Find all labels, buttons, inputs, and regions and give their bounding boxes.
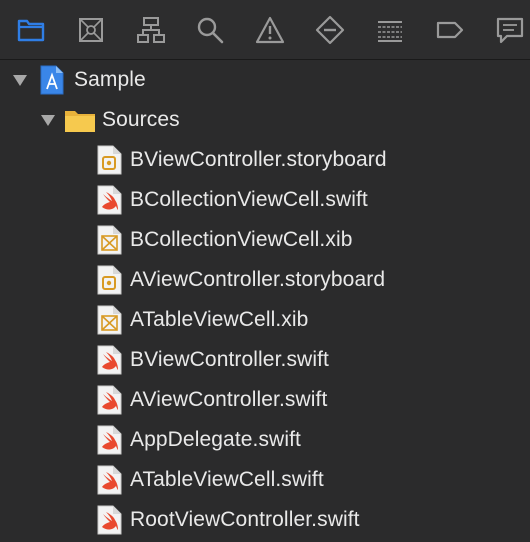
source-control-navigator-button[interactable] — [73, 12, 109, 48]
xib-file-icon — [97, 305, 122, 335]
xcode-project-icon — [40, 65, 64, 95]
debug-list-icon — [378, 21, 402, 42]
file-label: BCollectionViewCell.xib — [130, 228, 353, 251]
swift-file-icon — [97, 385, 122, 415]
project-navigator-button[interactable] — [13, 12, 49, 48]
folder-icon — [65, 111, 95, 132]
file-label: BCollectionViewCell.swift — [130, 188, 368, 211]
group-disclosure-triangle[interactable] — [39, 111, 57, 129]
xib-file-icon — [97, 225, 122, 255]
tree-row-file[interactable]: BViewController.storyboard — [0, 140, 530, 180]
tree-row-file[interactable]: AppDelegate.swift — [0, 420, 530, 460]
source-control-icon — [79, 18, 103, 42]
breakpoint-navigator-button[interactable] — [432, 12, 468, 48]
swift-file-icon — [97, 185, 122, 215]
project-disclosure-triangle[interactable] — [11, 71, 29, 89]
report-navigator-button[interactable] — [492, 12, 528, 48]
file-label: BViewController.swift — [130, 348, 329, 371]
storyboard-file-icon — [97, 145, 122, 175]
chevron-down-icon — [13, 75, 27, 86]
tree-row-file[interactable]: BViewController.swift — [0, 340, 530, 380]
tree-row-file[interactable]: BCollectionViewCell.swift — [0, 180, 530, 220]
tree-row-file[interactable]: ATableViewCell.swift — [0, 460, 530, 500]
navigator-toolbar — [0, 0, 530, 60]
report-speech-icon — [496, 17, 524, 44]
swift-file-icon — [97, 505, 122, 535]
tree-row-project[interactable]: Sample — [0, 60, 530, 100]
hierarchy-icon — [137, 17, 165, 43]
folder-icon — [17, 19, 45, 42]
swift-file-icon — [97, 465, 122, 495]
project-label: Sample — [74, 68, 146, 91]
swift-file-icon — [97, 345, 122, 375]
symbol-navigator-button[interactable] — [133, 12, 169, 48]
chevron-down-icon — [41, 115, 55, 126]
debug-navigator-button[interactable] — [372, 12, 408, 48]
find-navigator-button[interactable] — [192, 12, 228, 48]
search-icon — [197, 17, 224, 44]
file-label: ATableViewCell.swift — [130, 468, 324, 491]
file-label: ATableViewCell.xib — [130, 308, 309, 331]
test-navigator-button[interactable] — [312, 12, 348, 48]
issue-navigator-button[interactable] — [252, 12, 288, 48]
file-label: RootViewController.swift — [130, 508, 360, 531]
file-label: AppDelegate.swift — [130, 428, 301, 451]
tree-row-file[interactable]: AViewController.storyboard — [0, 260, 530, 300]
breakpoint-tag-icon — [436, 21, 464, 39]
storyboard-file-icon — [97, 265, 122, 295]
group-label: Sources — [102, 108, 180, 131]
tree-row-file[interactable]: AViewController.swift — [0, 380, 530, 420]
tree-row-file[interactable]: RootViewController.swift — [0, 500, 530, 540]
file-label: BViewController.storyboard — [130, 148, 387, 171]
file-label: AViewController.storyboard — [130, 268, 386, 291]
test-diamond-icon — [315, 15, 345, 45]
file-label: AViewController.swift — [130, 388, 328, 411]
tree-row-group-sources[interactable]: Sources — [0, 100, 530, 140]
tree-row-file[interactable]: BCollectionViewCell.xib — [0, 220, 530, 260]
swift-file-icon — [97, 425, 122, 455]
tree-row-file[interactable]: ATableViewCell.xib — [0, 300, 530, 340]
warning-icon — [255, 16, 285, 44]
